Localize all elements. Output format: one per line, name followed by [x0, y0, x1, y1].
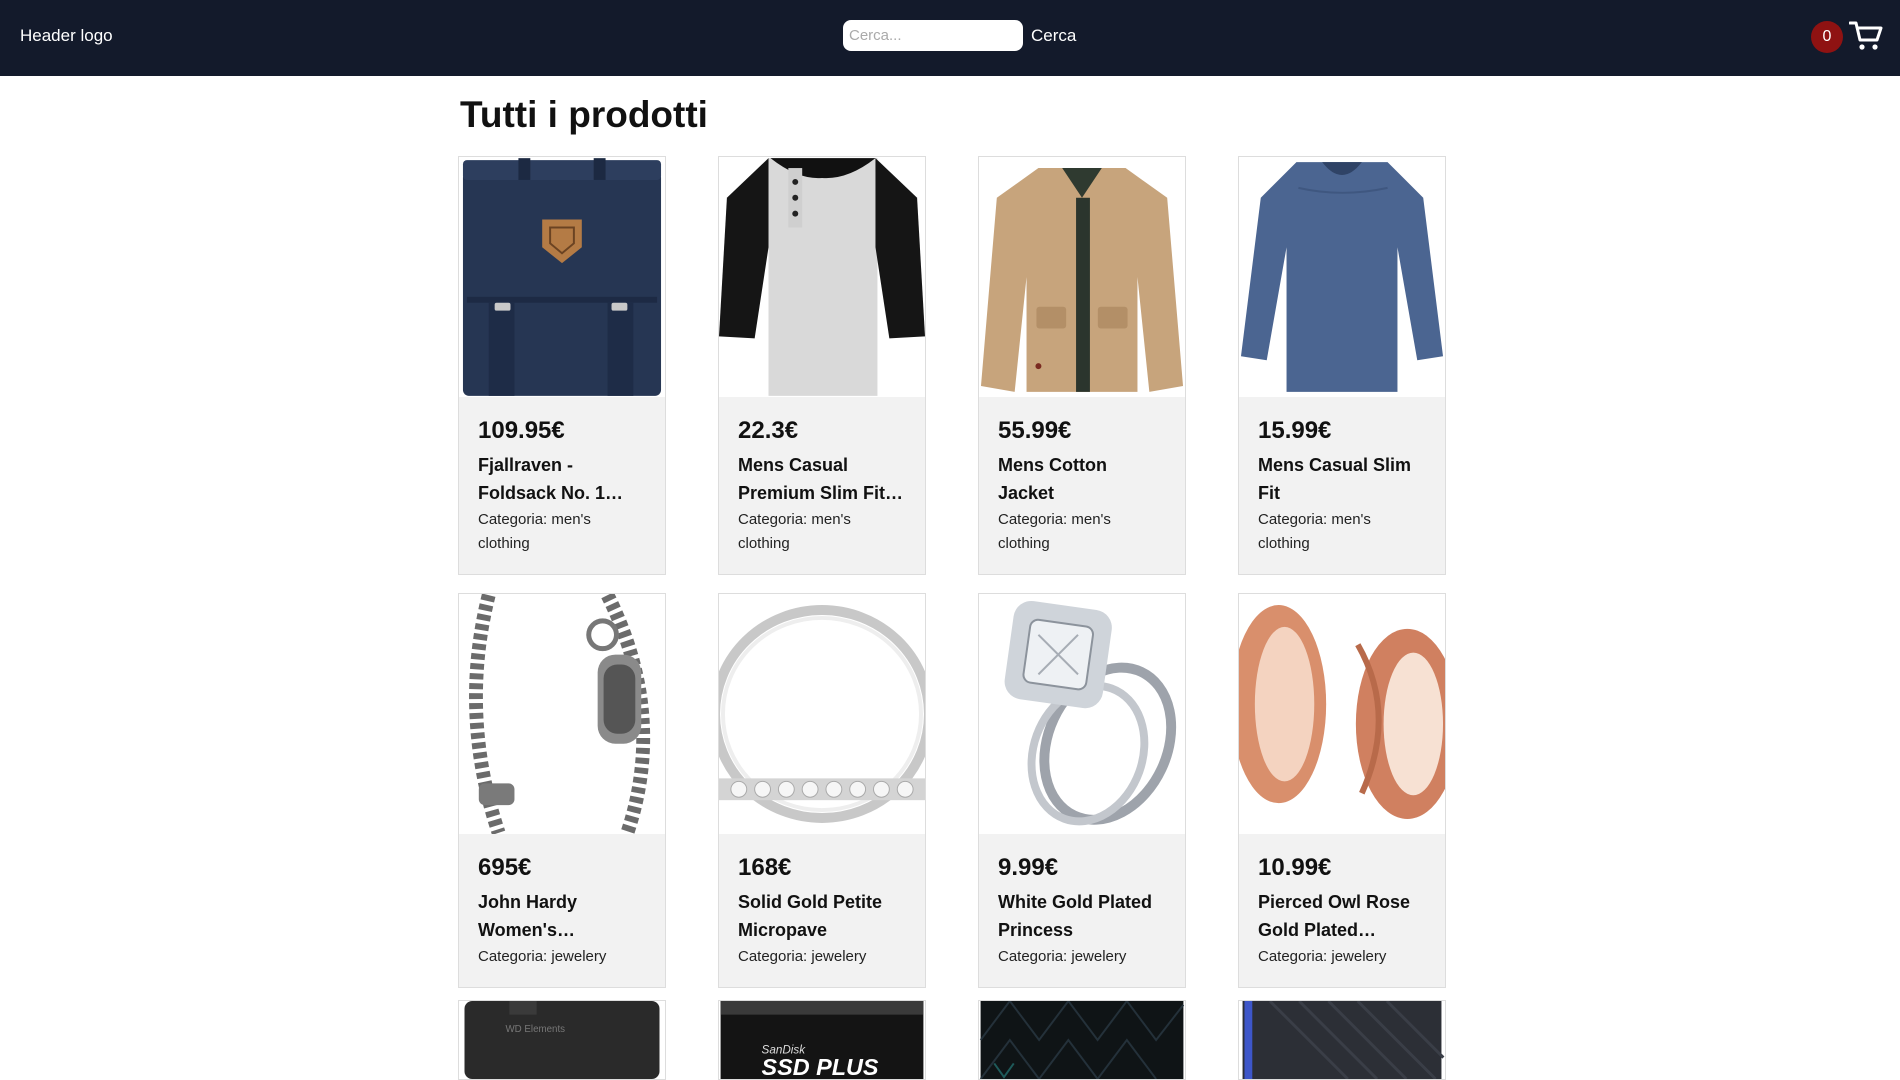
- long-sleeve-tee-image: [1240, 162, 1444, 392]
- product-card[interactable]: 9.99€ White Gold Plated Princess Categor…: [978, 593, 1186, 988]
- product-name: Mens Casual Premium Slim Fit T…: [738, 455, 886, 503]
- product-price: 22.3€: [738, 417, 799, 444]
- ssd-model-text: SSD PLUS: [762, 1054, 879, 1079]
- product-image-bracelet: [459, 594, 665, 834]
- product-price: 9.99€: [998, 854, 1059, 881]
- product-category: Categoria: jewelery: [478, 948, 607, 965]
- product-name: Pierced Owl Rose Gold Plated…: [1258, 892, 1411, 940]
- princess-ring-image: [1004, 600, 1177, 826]
- product-category: Categoria: men's clothing: [998, 511, 1111, 552]
- product-name: White Gold Plated Princess: [998, 892, 1153, 940]
- top-navbar: Header logo Cerca 0: [0, 0, 1900, 76]
- header-logo[interactable]: Header logo: [20, 26, 113, 46]
- product-image-tunnel-plug: [1239, 594, 1445, 834]
- ssd-image: SanDisk SSD PLUS: [720, 1001, 924, 1079]
- micropave-ring-image: [719, 605, 925, 823]
- drive-brand-text: WD Elements: [505, 1024, 565, 1035]
- product-grid-next-row: WD Elements SanDisk SSD PLUS: [458, 1000, 1458, 1080]
- rose-gold-plug-image: [1239, 605, 1445, 819]
- product-card[interactable]: [978, 1000, 1186, 1080]
- product-card[interactable]: 695€ John Hardy Women's Legends… Categor…: [458, 593, 666, 988]
- search-button[interactable]: Cerca: [1031, 26, 1076, 46]
- product-category: Categoria: jewelery: [998, 948, 1127, 965]
- product-price: 10.99€: [1258, 854, 1332, 881]
- product-price: 168€: [738, 854, 792, 881]
- product-name: Mens Cotton Jacket: [998, 455, 1107, 503]
- cart-count-badge: 0: [1811, 21, 1843, 53]
- product-name: John Hardy Women's Legends…: [478, 892, 578, 940]
- product-card[interactable]: 55.99€ Mens Cotton Jacket Categoria: men…: [978, 156, 1186, 575]
- page-title: Tutti i prodotti: [460, 94, 708, 135]
- product-card[interactable]: 168€ Solid Gold Petite Micropave Categor…: [718, 593, 926, 988]
- product-image-ring: [719, 594, 925, 834]
- search-input[interactable]: [843, 20, 1023, 51]
- search-bar: Cerca: [843, 20, 1076, 51]
- product-category: Categoria: men's clothing: [1258, 511, 1371, 552]
- product-name: Fjallraven - Foldsack No. 1 Backpack, Fi…: [478, 455, 606, 503]
- raglan-shirt-image: [719, 158, 925, 396]
- product-image-jacket: [979, 157, 1185, 397]
- product-price: 55.99€: [998, 417, 1072, 444]
- product-image-backpack: [459, 157, 665, 397]
- backpack-image: [462, 158, 662, 396]
- gaming-drive-image: [979, 1001, 1185, 1079]
- product-category: Categoria: men's clothing: [738, 511, 851, 552]
- product-name: Mens Casual Slim Fit: [1258, 455, 1412, 503]
- product-category: Categoria: men's clothing: [478, 511, 591, 552]
- product-card[interactable]: 15.99€ Mens Casual Slim Fit Categoria: m…: [1238, 156, 1446, 575]
- product-card[interactable]: [1238, 1000, 1446, 1080]
- portable-drive-image: [1242, 1001, 1445, 1079]
- external-drive-image: WD Elements: [464, 1001, 660, 1079]
- product-image-slim-fit: [1239, 157, 1445, 397]
- product-card[interactable]: 10.99€ Pierced Owl Rose Gold Plated… Cat…: [1238, 593, 1446, 988]
- product-card[interactable]: 22.3€ Mens Casual Premium Slim Fit T… Ca…: [718, 156, 926, 575]
- chain-bracelet-image: [469, 594, 651, 834]
- product-card[interactable]: SanDisk SSD PLUS: [718, 1000, 926, 1080]
- product-category: Categoria: jewelery: [738, 948, 867, 965]
- product-name: Solid Gold Petite Micropave: [738, 892, 883, 940]
- product-card[interactable]: 109.95€ Fjallraven - Foldsack No. 1 Back…: [458, 156, 666, 575]
- product-price: 15.99€: [1258, 417, 1332, 444]
- product-grid: 109.95€ Fjallraven - Foldsack No. 1 Back…: [458, 156, 1458, 988]
- product-price: 695€: [478, 854, 532, 881]
- product-price: 109.95€: [478, 417, 565, 444]
- cotton-jacket-image: [980, 168, 1184, 392]
- product-category: Categoria: jewelery: [1258, 948, 1387, 965]
- shopping-cart-icon[interactable]: [1849, 20, 1883, 52]
- product-image-princess-ring: [979, 594, 1185, 834]
- product-card[interactable]: WD Elements: [458, 1000, 666, 1080]
- product-image-tshirt: [719, 157, 925, 397]
